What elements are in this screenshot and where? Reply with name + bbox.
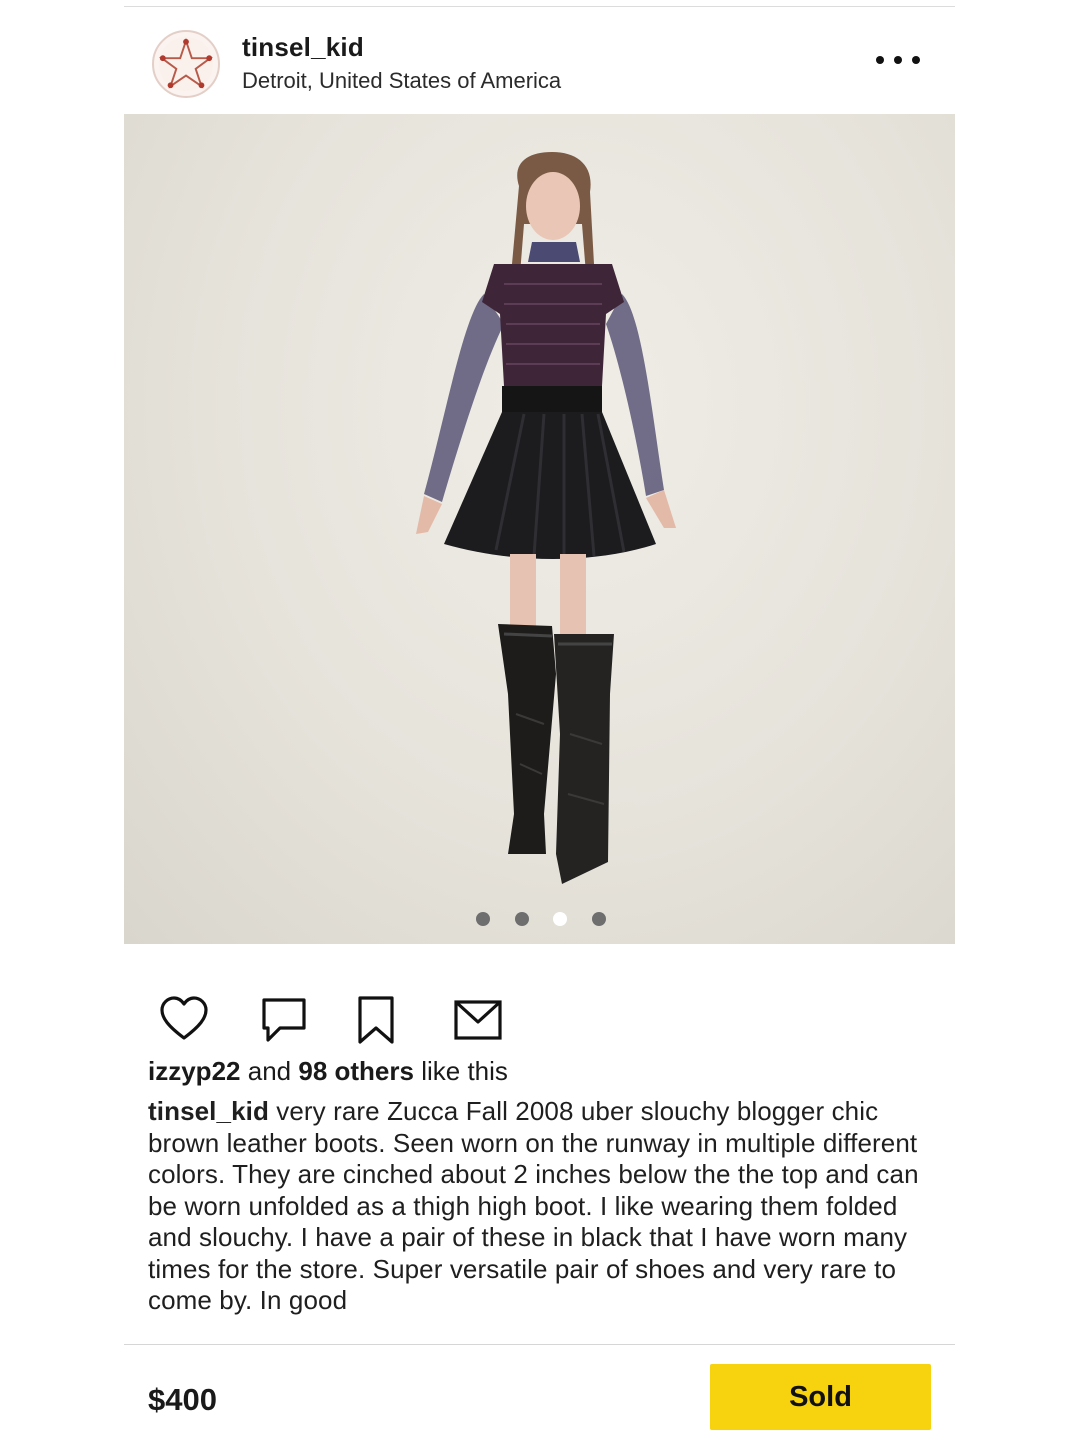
model-photo-illustration	[416, 152, 676, 884]
action-bar	[124, 986, 955, 1050]
caption-username[interactable]: tinsel_kid	[148, 1096, 269, 1126]
post-caption: tinsel_kid very rare Zucca Fall 2008 ube…	[148, 1096, 938, 1346]
post-username[interactable]: tinsel_kid	[242, 32, 364, 63]
post-location[interactable]: Detroit, United States of America	[242, 68, 561, 94]
more-options-button[interactable]	[876, 48, 920, 72]
post-photo[interactable]	[124, 114, 955, 944]
comment-button[interactable]	[258, 994, 310, 1046]
likes-summary: izzyp22 and 98 others like this	[148, 1056, 508, 1087]
more-dots-icon	[876, 56, 884, 64]
more-dots-icon	[912, 56, 920, 64]
likes-others-count[interactable]: 98 others	[298, 1056, 414, 1086]
carousel-dot[interactable]	[476, 912, 490, 926]
likes-first-user[interactable]: izzyp22	[148, 1056, 241, 1086]
listing-price: $400	[148, 1382, 217, 1417]
carousel-dot[interactable]	[514, 912, 529, 926]
envelope-icon	[454, 1000, 502, 1040]
more-dots-icon	[894, 56, 902, 64]
comment-icon	[262, 998, 306, 1042]
post-header: tinsel_kid Detroit, United States of Ame…	[124, 6, 955, 114]
heart-icon	[160, 996, 208, 1040]
star-logo-icon	[158, 36, 214, 92]
likes-and: and	[247, 1056, 292, 1086]
sold-button[interactable]: Sold	[710, 1364, 931, 1430]
carousel-indicators	[476, 910, 606, 928]
avatar[interactable]	[152, 30, 220, 98]
share-button[interactable]	[452, 994, 504, 1046]
caption-text: very rare Zucca Fall 2008 uber slouchy b…	[148, 1096, 919, 1315]
bottom-divider	[124, 1344, 955, 1345]
carousel-dot[interactable]	[591, 912, 606, 926]
save-button[interactable]	[350, 994, 402, 1046]
likes-suffix: like this	[421, 1056, 508, 1086]
bookmark-icon	[358, 996, 394, 1044]
listing-card: tinsel_kid Detroit, United States of Ame…	[124, 6, 955, 1440]
like-button[interactable]	[158, 994, 210, 1046]
carousel-dot-active[interactable]	[553, 912, 568, 926]
